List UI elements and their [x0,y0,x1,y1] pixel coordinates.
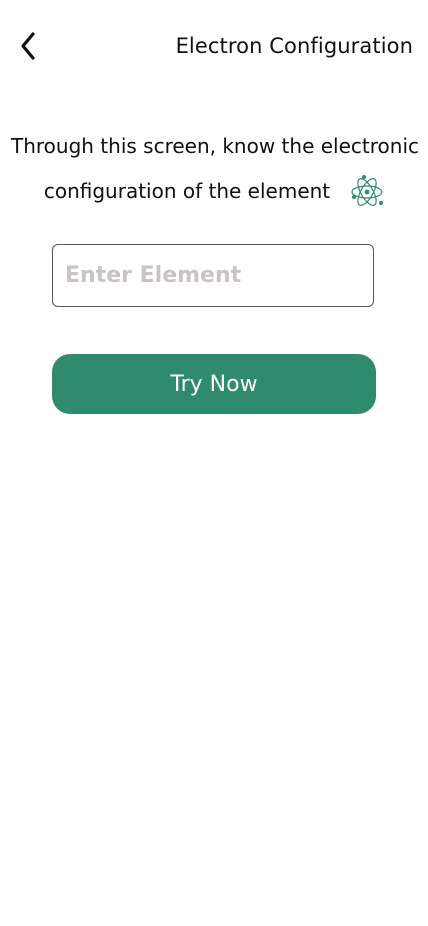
page-title: Electron Configuration [175,34,413,58]
electron-configuration-screen: Electron Configuration Through this scre… [0,0,428,926]
back-button[interactable] [12,28,44,64]
element-input[interactable] [53,245,373,306]
intro-text: Through this screen, know the electronic… [8,124,422,214]
try-now-button[interactable]: Try Now [52,354,376,414]
intro-line-2-row: configuration of the element [44,169,386,214]
element-input-container [52,244,374,307]
atom-icon [348,173,386,211]
intro-line-1: Through this screen, know the electronic [10,134,419,158]
chevron-left-icon [21,32,35,60]
intro-line-2: configuration of the element [43,179,331,203]
app-header: Electron Configuration [0,0,428,92]
